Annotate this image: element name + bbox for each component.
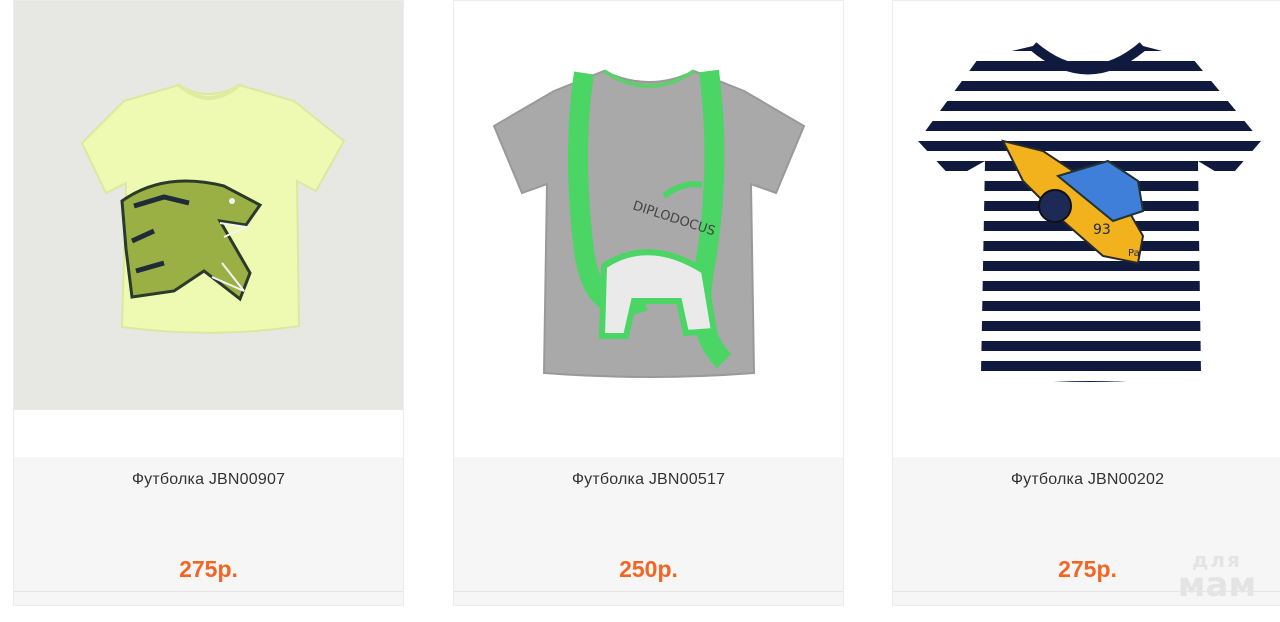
product-image: DIPLODOCUS: [454, 1, 843, 457]
product-title[interactable]: Футболка JBN00907: [14, 471, 403, 489]
site-watermark: для мам: [1162, 550, 1272, 602]
plane-number-print: 93: [1093, 222, 1111, 238]
product-title[interactable]: Футболка JBN00202: [893, 471, 1280, 489]
product-info: Футболка JBN00907 275р.: [14, 457, 403, 605]
product-price: 250р.: [619, 556, 678, 582]
product-price: 275р.: [179, 556, 238, 582]
product-image: 93 Pa: [893, 1, 1280, 457]
product-title[interactable]: Футболка JBN00517: [454, 471, 843, 489]
product-image-link[interactable]: DIPLODOCUS: [454, 1, 843, 457]
product-card[interactable]: 93 Pa Футболка JBN00202 275р.: [892, 0, 1280, 606]
product-info: Футболка JBN00517 250р.: [454, 457, 843, 605]
watermark-line2: мам: [1177, 565, 1257, 605]
divider: [14, 591, 403, 592]
product-card[interactable]: DIPLODOCUS Футболка JBN00517 250р.: [453, 0, 844, 606]
plane-tag-print: Pa: [1128, 248, 1140, 259]
divider: [454, 591, 843, 592]
product-image: [14, 1, 403, 457]
product-card[interactable]: Футболка JBN00907 275р.: [13, 0, 404, 606]
product-image-link[interactable]: 93 Pa: [893, 1, 1280, 457]
product-image-link[interactable]: [14, 1, 403, 457]
